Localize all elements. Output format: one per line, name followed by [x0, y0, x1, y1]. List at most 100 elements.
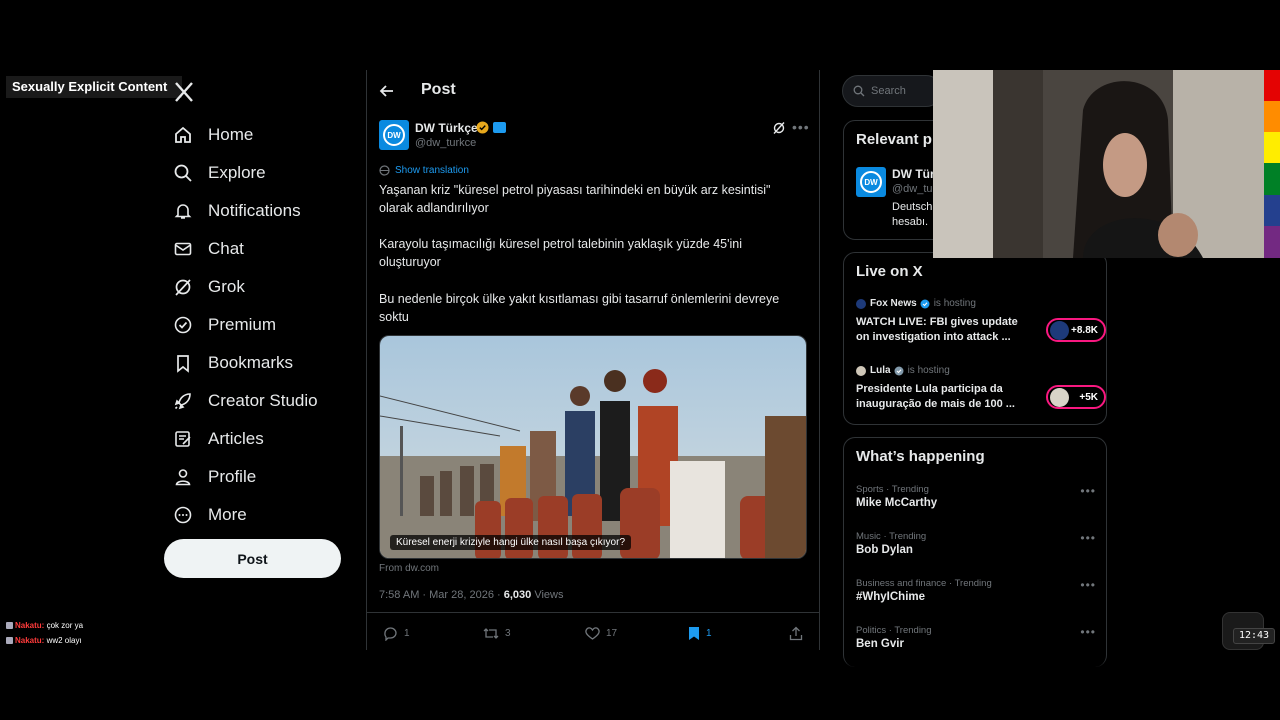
nav-profile[interactable]: Profile	[164, 458, 364, 496]
show-translation-link[interactable]: Show translation	[379, 165, 469, 176]
tweet-paragraph: Yaşanan kriz "küresel petrol piyasası ta…	[379, 183, 771, 215]
home-icon	[172, 124, 194, 146]
trend-item[interactable]: Sports · Trending Mike McCarthy •••	[856, 484, 1096, 509]
live-listeners-pill[interactable]: +8.8K	[1046, 318, 1106, 342]
bookmark-icon	[172, 352, 194, 374]
dw-logo: DW	[860, 171, 882, 193]
bell-icon	[172, 200, 194, 222]
tweet-paragraph: Karayolu taşımacılığı küresel petrol tal…	[379, 237, 742, 269]
chat-message: Nakatu: ww2 olayı	[6, 633, 83, 648]
tweet-actions: 1 3 17 1	[383, 626, 805, 644]
stream-clock: 12:43	[1233, 628, 1275, 644]
views-count: 6,030	[503, 589, 532, 601]
more-circle-icon	[172, 504, 194, 526]
nav-label: Bookmarks	[208, 353, 294, 372]
nav-premium[interactable]: Premium	[164, 306, 364, 344]
nav-label: Creator Studio	[208, 391, 318, 410]
search-icon	[853, 85, 865, 97]
relevant-bio: hesabı.	[892, 216, 929, 228]
link-source[interactable]: From dw.com	[379, 563, 439, 574]
nav-bookmarks[interactable]: Bookmarks	[164, 344, 364, 382]
affiliate-badge-icon	[493, 122, 506, 133]
author-handle: @dw_turkce	[415, 137, 477, 149]
rocket-icon	[172, 390, 194, 412]
person-icon	[172, 466, 194, 488]
nav-creator-studio[interactable]: Creator Studio	[164, 382, 364, 420]
trend-item[interactable]: Music · Trending Bob Dylan •••	[856, 531, 1096, 556]
tweet-media-card[interactable]: Küresel enerji kriziyle hangi ülke nasıl…	[379, 335, 807, 559]
share-button[interactable]	[789, 626, 809, 641]
live-host: Fox News is hosting	[856, 298, 1096, 309]
webcam-feed	[933, 70, 1264, 258]
bookmark-filled-icon	[689, 627, 699, 640]
stream-chat-overlay: Nakatu: çok zor ya Nakatu: ww2 olayı	[6, 618, 83, 648]
nav-articles[interactable]: Articles	[164, 420, 364, 458]
nav-more[interactable]: More	[164, 496, 364, 534]
relevant-bio: Deutsch	[892, 201, 933, 213]
host-avatar	[856, 298, 866, 309]
trend-more-icon[interactable]: •••	[1080, 625, 1096, 639]
platform-icon	[6, 637, 13, 645]
tweet-meta: 7:58 AM · Mar 28, 2026 · 6,030 Views	[379, 589, 563, 601]
host-avatar	[856, 365, 866, 376]
author-name[interactable]: DW Türkçe	[415, 121, 478, 135]
nav-grok[interactable]: Grok	[164, 268, 364, 306]
repost-icon	[483, 628, 499, 639]
relevant-handle: @dw_tur	[892, 183, 937, 195]
heart-icon	[585, 627, 600, 640]
x-logo-icon[interactable]	[172, 80, 196, 104]
nav-home[interactable]: Home	[164, 116, 364, 154]
grok-explain-icon[interactable]	[772, 121, 786, 135]
bookmark-button[interactable]: 1	[688, 626, 712, 641]
rainbow-bar	[1264, 70, 1280, 258]
live-item[interactable]: Lula is hosting Presidente Lula particip…	[856, 365, 1106, 415]
nav-label: Chat	[208, 239, 244, 258]
divider	[367, 612, 819, 613]
trend-item[interactable]: Business and finance · Trending #WhyIChi…	[856, 578, 1096, 603]
reply-icon	[384, 627, 397, 641]
nav-label: Home	[208, 125, 254, 144]
card-title: Relevant p	[856, 131, 932, 148]
fox-news-logo	[1050, 321, 1069, 340]
webcam-overlay	[933, 70, 1264, 258]
back-arrow-icon[interactable]	[378, 82, 396, 100]
nav-label: Grok	[208, 277, 245, 296]
gold-verified-icon	[476, 121, 489, 134]
trend-more-icon[interactable]: •••	[1080, 484, 1096, 498]
grok-icon	[172, 276, 194, 298]
whats-happening-card: What’s happening Sports · Trending Mike …	[843, 437, 1107, 667]
card-title: Live on X	[856, 263, 923, 280]
nav-chat[interactable]: Chat	[164, 230, 364, 268]
verified-badge-icon	[172, 314, 194, 336]
platform-icon	[6, 622, 13, 630]
reply-button[interactable]: 1	[383, 626, 410, 641]
trend-more-icon[interactable]: •••	[1080, 578, 1096, 592]
article-icon	[172, 428, 194, 450]
like-button[interactable]: 17	[585, 626, 617, 640]
translate-icon	[379, 165, 390, 176]
repost-button[interactable]: 3	[483, 626, 511, 641]
nav-notifications[interactable]: Notifications	[164, 192, 364, 230]
share-icon	[789, 626, 803, 641]
chat-message: Nakatu: çok zor ya	[6, 618, 83, 633]
live-item[interactable]: Fox News is hosting WATCH LIVE: FBI give…	[856, 298, 1106, 348]
trend-more-icon[interactable]: •••	[1080, 531, 1096, 545]
nav-explore[interactable]: Explore	[164, 154, 364, 192]
live-host: Lula is hosting	[856, 365, 1096, 376]
media-caption: Küresel enerji kriziyle hangi ülke nasıl…	[390, 535, 631, 550]
explicit-content-label: Sexually Explicit Content	[6, 76, 182, 98]
trend-item[interactable]: Politics · Trending Ben Gvir •••	[856, 625, 1096, 650]
timestamp[interactable]: 7:58 AM · Mar 28, 2026 ·	[379, 589, 504, 601]
relevant-avatar[interactable]: DW	[856, 167, 886, 197]
nav-label: More	[208, 505, 247, 524]
more-options-icon[interactable]: •••	[792, 119, 810, 135]
live-listeners-pill[interactable]: +5K	[1046, 385, 1106, 409]
post-button[interactable]: Post	[164, 539, 341, 578]
mail-icon	[172, 238, 194, 260]
primary-nav: Home Explore Notifications Chat Grok Pre…	[164, 116, 364, 534]
media-photo	[380, 336, 806, 558]
author-avatar[interactable]: DW	[379, 120, 409, 150]
gray-verified-icon	[894, 366, 904, 375]
search-input[interactable]: Search	[842, 75, 942, 107]
card-title: What’s happening	[856, 448, 985, 465]
